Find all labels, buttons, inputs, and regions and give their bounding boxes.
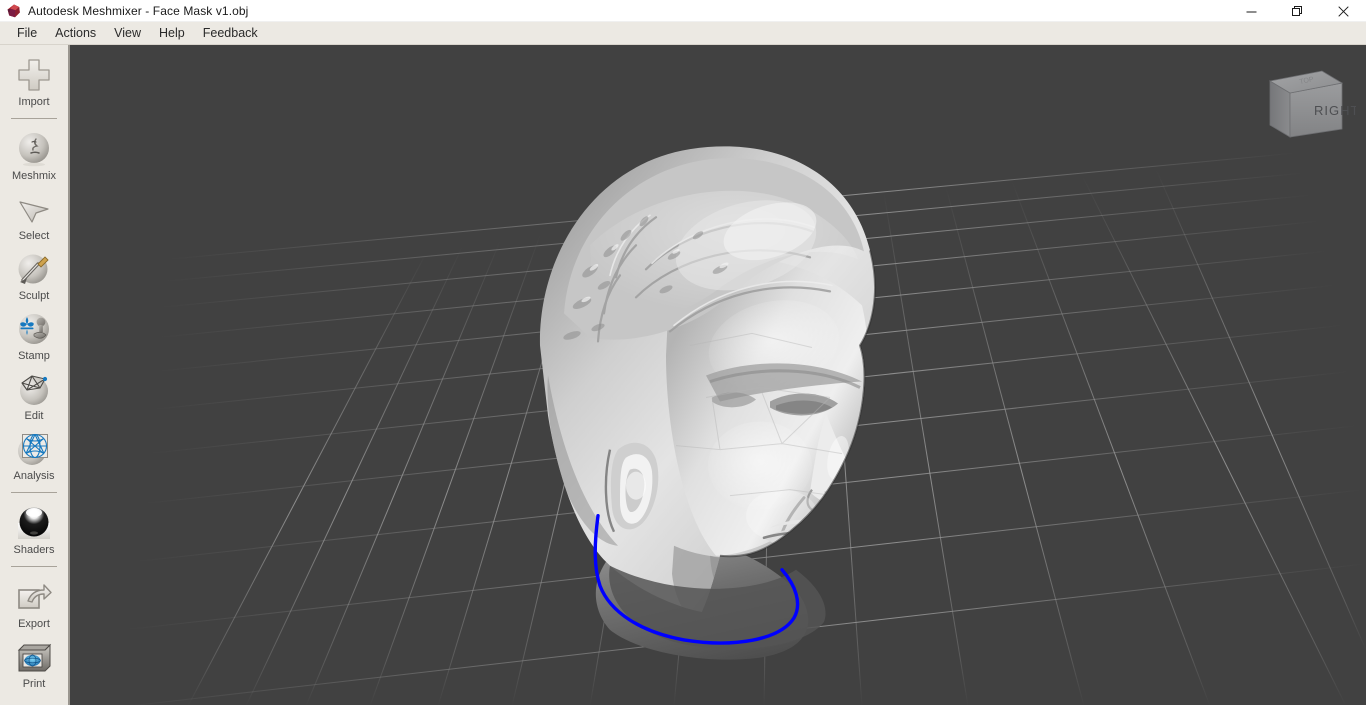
sidebar-item-export[interactable]: Export — [0, 573, 69, 633]
sidebar-label-analysis: Analysis — [13, 470, 55, 482]
arrow-cursor-icon — [19, 201, 49, 223]
main-area: Import Meshmix Select Sculpt Stamp Edit … — [0, 45, 1366, 705]
sidebar-label-stamp: Stamp — [18, 350, 50, 362]
sidebar-item-select[interactable]: Select — [0, 185, 69, 245]
printer-3d-icon — [17, 643, 52, 672]
close-button[interactable] — [1320, 0, 1366, 22]
viewport-scene — [70, 45, 1366, 705]
3d-viewport[interactable]: RIGHT TOP — [70, 45, 1366, 705]
menu-item-view[interactable]: View — [105, 23, 150, 43]
sidebar-separator-1 — [11, 118, 57, 119]
restore-icon — [1291, 5, 1302, 16]
sidebar-item-shaders[interactable]: Shaders — [0, 499, 69, 559]
menu-item-help[interactable]: Help — [150, 23, 194, 43]
menu-item-file[interactable]: File — [8, 23, 46, 43]
menu-item-actions[interactable]: Actions — [46, 23, 105, 43]
close-icon — [1337, 5, 1349, 17]
view-cube-front-label: RIGHT — [1314, 103, 1356, 118]
sidebar-item-edit[interactable]: Edit — [0, 365, 69, 425]
autodesk-polyhedron-icon — [7, 4, 20, 17]
sidebar-label-meshmix: Meshmix — [11, 170, 56, 182]
sidebar-label-shaders: Shaders — [13, 544, 55, 556]
sidebar-label-print: Print — [22, 678, 46, 690]
sidebar-item-print[interactable]: Print — [0, 633, 69, 693]
sidebar-item-sculpt[interactable]: Sculpt — [0, 245, 69, 305]
face-sphere-icon — [19, 133, 49, 167]
sidebar-label-select: Select — [18, 230, 50, 242]
sidebar-label-sculpt: Sculpt — [18, 290, 50, 302]
minimize-button[interactable] — [1228, 0, 1274, 22]
tool-sidebar: Import Meshmix Select Sculpt Stamp Edit … — [0, 45, 70, 705]
sidebar-item-meshmix[interactable]: Meshmix — [0, 125, 69, 185]
minimize-icon — [1246, 11, 1256, 12]
view-cube[interactable]: RIGHT TOP — [1256, 53, 1356, 158]
sidebar-label-import: Import — [18, 96, 50, 108]
maximize-button[interactable] — [1274, 0, 1320, 22]
brush-sphere-icon — [18, 254, 49, 284]
menu-item-feedback[interactable]: Feedback — [194, 23, 267, 43]
sidebar-separator-2 — [11, 492, 57, 493]
sidebar-label-export: Export — [18, 618, 50, 630]
glossy-sphere-icon — [18, 507, 50, 539]
sidebar-label-edit: Edit — [24, 410, 44, 422]
title-bar: Autodesk Meshmixer - Face Mask v1.obj — [0, 0, 1366, 22]
sidebar-separator-3 — [11, 566, 57, 567]
sidebar-item-analysis[interactable]: Analysis — [0, 425, 69, 485]
window-controls — [1228, 0, 1366, 22]
sidebar-item-import[interactable]: Import — [0, 51, 69, 111]
window-title: Autodesk Meshmixer - Face Mask v1.obj — [28, 3, 249, 18]
sidebar-item-stamp[interactable]: Stamp — [0, 305, 69, 365]
meshmixer-window: Autodesk Meshmixer - Face Mask v1.obj Fi… — [0, 0, 1366, 705]
analysis-mesh-icon — [18, 433, 48, 465]
plus-import-icon — [18, 59, 50, 91]
wireframe-sphere-icon — [20, 375, 48, 405]
export-arrow-icon — [18, 584, 52, 609]
stamp-fleur-icon — [19, 314, 49, 344]
menu-bar: File Actions View Help Feedback — [0, 22, 1366, 45]
